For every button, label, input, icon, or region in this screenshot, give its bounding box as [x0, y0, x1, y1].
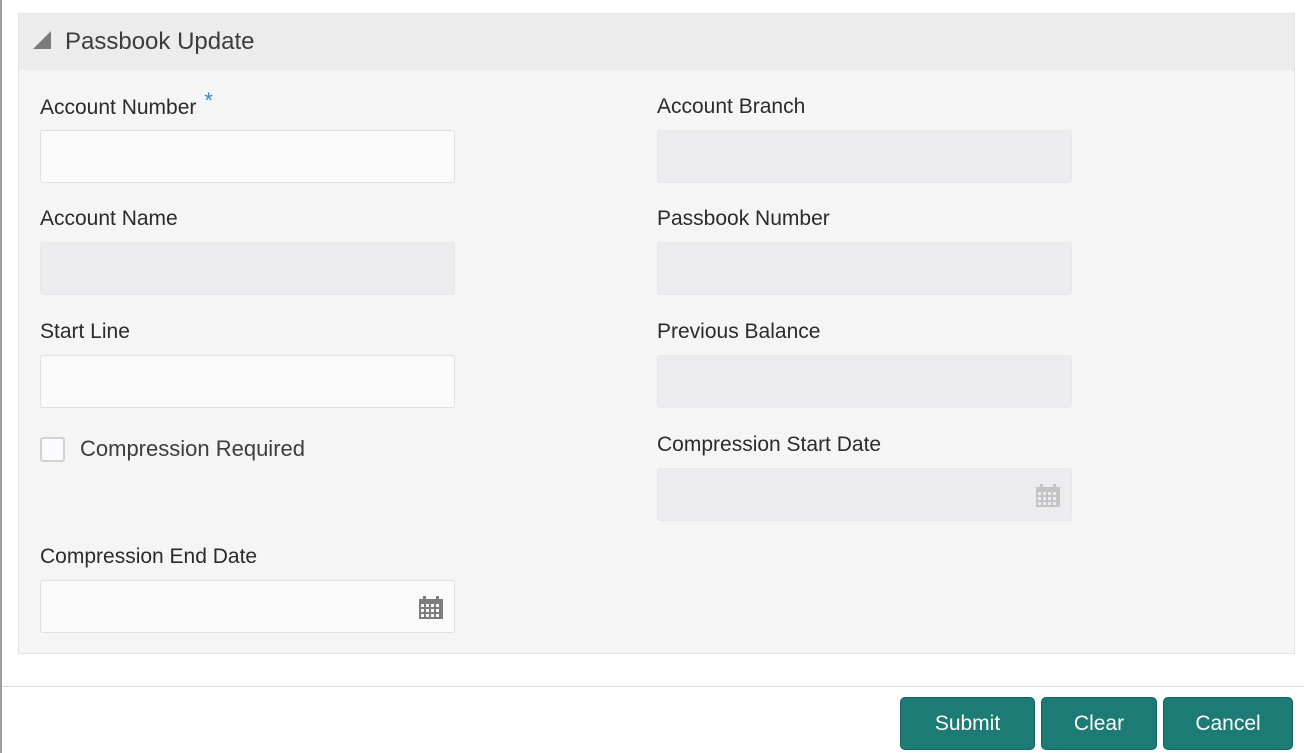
previous-balance-input: [657, 355, 1072, 408]
start-line-label: Start Line: [40, 320, 130, 343]
cancel-button[interactable]: Cancel: [1163, 697, 1293, 750]
passbook-number-field: Passbook Number: [657, 204, 1072, 295]
clear-button[interactable]: Clear: [1041, 697, 1157, 750]
triangle-collapse-icon[interactable]: [33, 31, 51, 49]
account-branch-field: Account Branch: [657, 92, 1072, 183]
compression-start-date-field: Compression Start Date: [657, 430, 1072, 521]
account-name-input: [40, 242, 455, 295]
account-branch-label: Account Branch: [657, 95, 806, 118]
submit-button[interactable]: Submit: [900, 697, 1035, 750]
compression-required-checkbox-row[interactable]: Compression Required: [40, 436, 305, 462]
passbook-number-label: Passbook Number: [657, 207, 830, 230]
compression-required-checkbox[interactable]: [40, 436, 65, 462]
compression-start-date-label: Compression Start Date: [657, 433, 882, 456]
account-name-label: Account Name: [40, 207, 178, 230]
start-line-input[interactable]: [40, 355, 455, 408]
account-branch-input: [657, 130, 1072, 183]
account-name-field: Account Name: [40, 204, 455, 295]
previous-balance-field: Previous Balance: [657, 317, 1072, 408]
account-number-label: Account Number *: [40, 88, 213, 119]
account-number-field: Account Number *: [40, 88, 455, 183]
footer-divider: [2, 686, 1304, 687]
panel-header[interactable]: Passbook Update: [19, 14, 1294, 70]
panel-title: Passbook Update: [65, 28, 255, 55]
calendar-icon: [1036, 484, 1060, 507]
start-line-field: Start Line: [40, 317, 455, 408]
calendar-icon[interactable]: [418, 594, 444, 620]
compression-end-date-input[interactable]: [40, 580, 455, 633]
previous-balance-label: Previous Balance: [657, 320, 821, 343]
required-asterisk: *: [204, 88, 213, 113]
window-left-border: [0, 0, 2, 753]
compression-required-label: Compression Required: [80, 436, 305, 461]
compression-end-date-field: Compression End Date: [40, 542, 455, 633]
account-number-input[interactable]: [40, 130, 455, 183]
compression-start-date-input: [657, 468, 1072, 521]
compression-end-date-label: Compression End Date: [40, 545, 258, 568]
passbook-number-input: [657, 242, 1072, 295]
